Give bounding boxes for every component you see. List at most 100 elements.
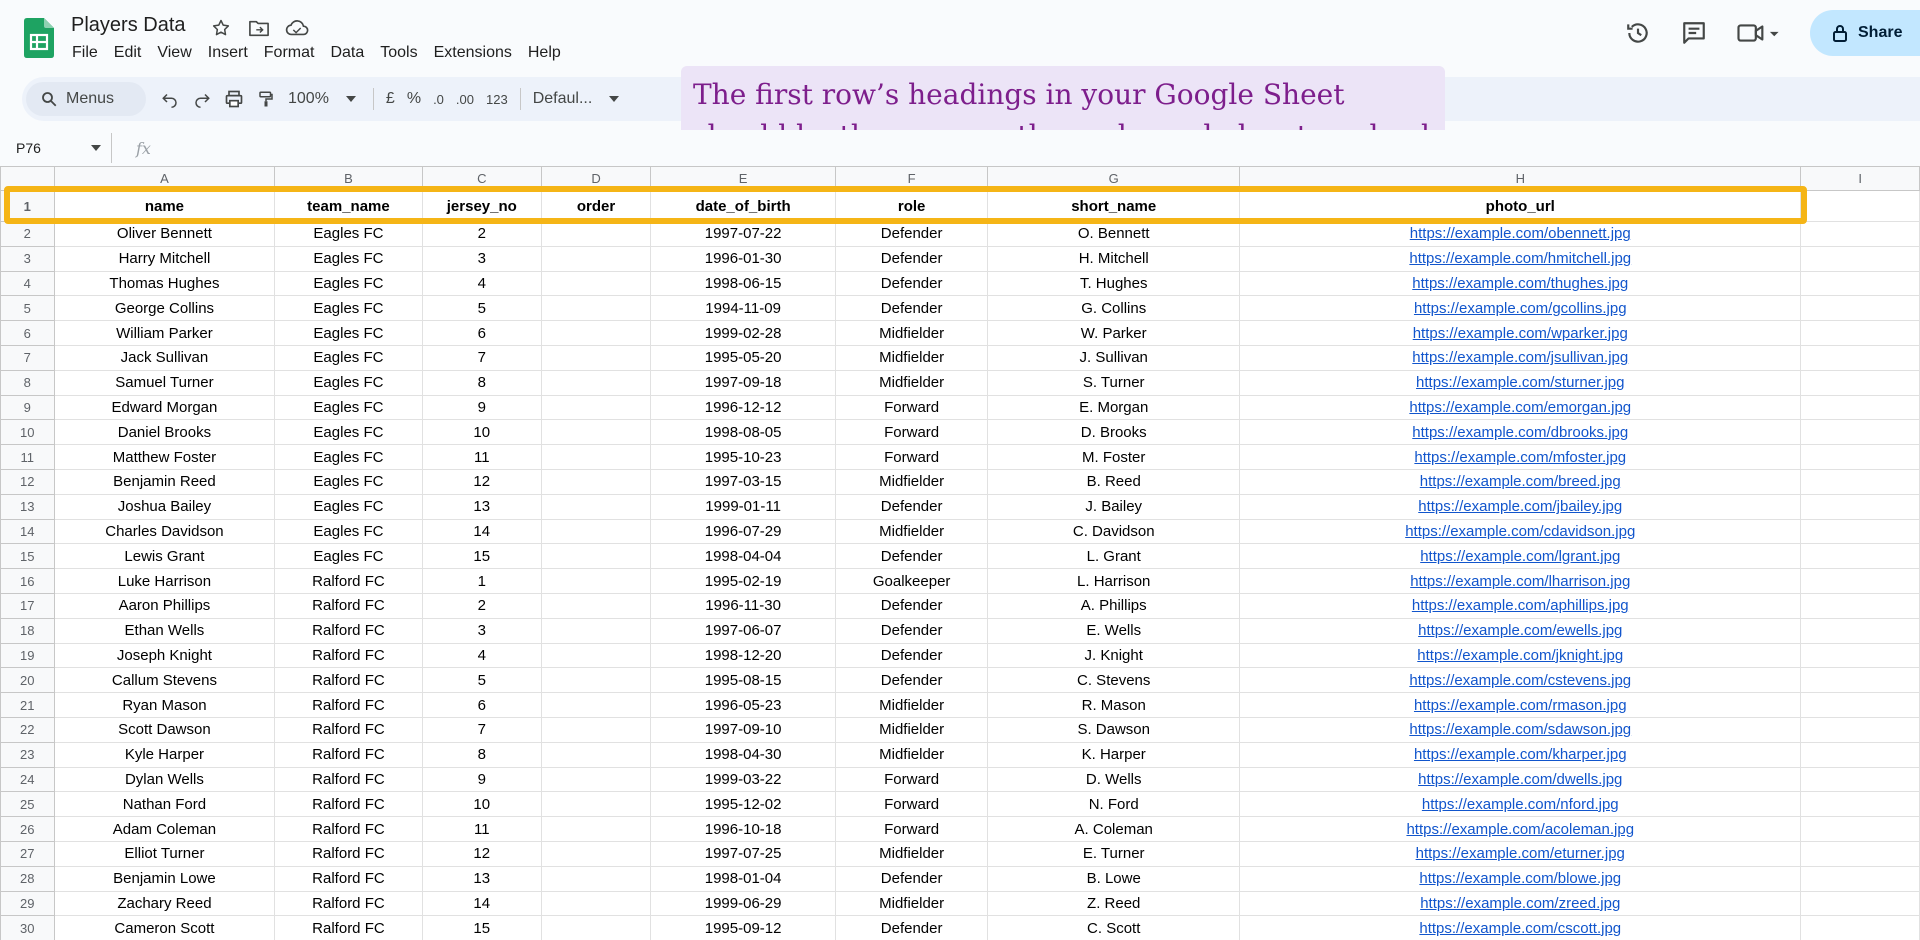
cell-date-of-birth[interactable]: 1994-11-09 [650,295,837,322]
cell-jersey-no[interactable]: 4 [421,270,542,297]
cell[interactable] [1800,791,1920,818]
cell[interactable] [1800,394,1920,421]
cell-photo-url[interactable]: https://example.com/emorgan.jpg [1239,394,1802,421]
header-cell[interactable]: jersey_no [421,190,542,222]
name-box[interactable]: P76 [0,133,112,163]
cell-name[interactable]: Daniel Brooks [53,419,276,446]
row-number[interactable]: 24 [0,766,55,793]
row-number[interactable]: 28 [0,865,55,892]
row-number[interactable]: 25 [0,791,55,818]
cell-photo-url[interactable]: https://example.com/breed.jpg [1239,468,1802,495]
cell-role[interactable]: Midfielder [835,518,989,545]
cell-team-name[interactable]: Eagles FC [274,369,423,396]
cell-order[interactable] [540,245,652,272]
cell-photo-url[interactable]: https://example.com/dbrooks.jpg [1239,419,1802,446]
menu-data[interactable]: Data [322,42,372,64]
cell-jersey-no[interactable]: 3 [421,617,542,644]
cloud-status-icon[interactable] [284,15,310,41]
cell-role[interactable]: Midfielder [835,320,989,346]
row-number[interactable]: 5 [0,295,55,322]
cell-role[interactable]: Midfielder [835,692,989,718]
cell-short-name[interactable]: G. Collins [987,295,1241,322]
zoom-dropdown-icon[interactable] [335,83,367,115]
font-select[interactable]: Defaul... [527,90,599,108]
cell-jersey-no[interactable]: 5 [421,667,542,694]
cell[interactable] [1800,816,1920,842]
header-cell[interactable]: team_name [274,190,423,222]
cell-photo-url[interactable]: https://example.com/aphillips.jpg [1239,592,1802,619]
cell-date-of-birth[interactable]: 1996-01-30 [650,245,837,272]
column-header[interactable]: H [1239,166,1802,191]
cell-role[interactable]: Defender [835,270,989,297]
cell[interactable] [1800,190,1920,222]
cell-jersey-no[interactable]: 15 [421,915,542,940]
comments-icon[interactable] [1674,13,1714,53]
cell[interactable] [1800,295,1920,322]
cell-order[interactable] [540,493,652,520]
header-cell[interactable]: photo_url [1239,190,1802,222]
column-header[interactable]: E [650,166,837,191]
cell-role[interactable]: Forward [835,791,989,818]
cell-order[interactable] [540,518,652,545]
cell-photo-url[interactable]: https://example.com/lgrant.jpg [1239,543,1802,570]
cell-name[interactable]: William Parker [53,320,276,346]
cell-order[interactable] [540,543,652,570]
cell-short-name[interactable]: E. Morgan [987,394,1241,421]
cell-team-name[interactable]: Ralford FC [274,865,423,892]
cell-name[interactable]: Kyle Harper [53,741,276,768]
cell-date-of-birth[interactable]: 1996-07-29 [650,518,837,545]
cell-date-of-birth[interactable]: 1998-08-05 [650,419,837,446]
header-cell[interactable]: short_name [987,190,1241,222]
cell-short-name[interactable]: R. Mason [987,692,1241,718]
cell-photo-url[interactable]: https://example.com/cdavidson.jpg [1239,518,1802,545]
cell-date-of-birth[interactable]: 1998-06-15 [650,270,837,297]
cell[interactable] [1800,642,1920,669]
cell-jersey-no[interactable]: 13 [421,865,542,892]
cell-team-name[interactable]: Eagles FC [274,419,423,446]
cell-photo-url[interactable]: https://example.com/sturner.jpg [1239,369,1802,396]
cell-name[interactable]: Luke Harrison [53,568,276,594]
cell-short-name[interactable]: C. Davidson [987,518,1241,545]
sheets-logo-icon[interactable] [24,18,54,58]
cell-team-name[interactable]: Eagles FC [274,320,423,346]
cell-short-name[interactable]: C. Scott [987,915,1241,940]
print-icon[interactable] [218,83,250,115]
cell-role[interactable]: Defender [835,592,989,619]
share-button[interactable]: Share [1810,10,1920,56]
cell-photo-url[interactable]: https://example.com/cscott.jpg [1239,915,1802,940]
cell-date-of-birth[interactable]: 1996-12-12 [650,394,837,421]
header-cell[interactable]: date_of_birth [650,190,837,222]
cell-date-of-birth[interactable]: 1995-10-23 [650,444,837,470]
cell[interactable] [1800,344,1920,371]
cell-date-of-birth[interactable]: 1996-05-23 [650,692,837,718]
row-number[interactable]: 15 [0,543,55,570]
cell-name[interactable]: Aaron Phillips [53,592,276,619]
cell-photo-url[interactable]: https://example.com/rmason.jpg [1239,692,1802,718]
cell-role[interactable]: Midfielder [835,468,989,495]
cell-team-name[interactable]: Ralford FC [274,741,423,768]
cell-date-of-birth[interactable]: 1997-09-18 [650,369,837,396]
document-title[interactable]: Players Data [71,14,186,37]
row-number[interactable]: 20 [0,667,55,694]
version-history-icon[interactable] [1618,13,1658,53]
cell-team-name[interactable]: Eagles FC [274,468,423,495]
cell-name[interactable]: Scott Dawson [53,716,276,743]
cell-order[interactable] [540,915,652,940]
cell-jersey-no[interactable]: 3 [421,245,542,272]
cell-name[interactable]: Joseph Knight [53,642,276,669]
cell-name[interactable]: Lewis Grant [53,543,276,570]
cell-short-name[interactable]: M. Foster [987,444,1241,470]
row-number[interactable]: 27 [0,840,55,867]
cell-role[interactable]: Forward [835,394,989,421]
cell-team-name[interactable]: Ralford FC [274,617,423,644]
cell-team-name[interactable]: Ralford FC [274,568,423,594]
cell-role[interactable]: Forward [835,766,989,793]
cell-name[interactable]: Oliver Bennett [53,221,276,247]
undo-icon[interactable] [154,83,186,115]
row-number[interactable]: 17 [0,592,55,619]
menu-file[interactable]: File [64,42,106,64]
cell[interactable] [1800,419,1920,446]
cell-jersey-no[interactable]: 9 [421,766,542,793]
row-number[interactable]: 29 [0,890,55,917]
column-header[interactable]: I [1800,166,1920,191]
